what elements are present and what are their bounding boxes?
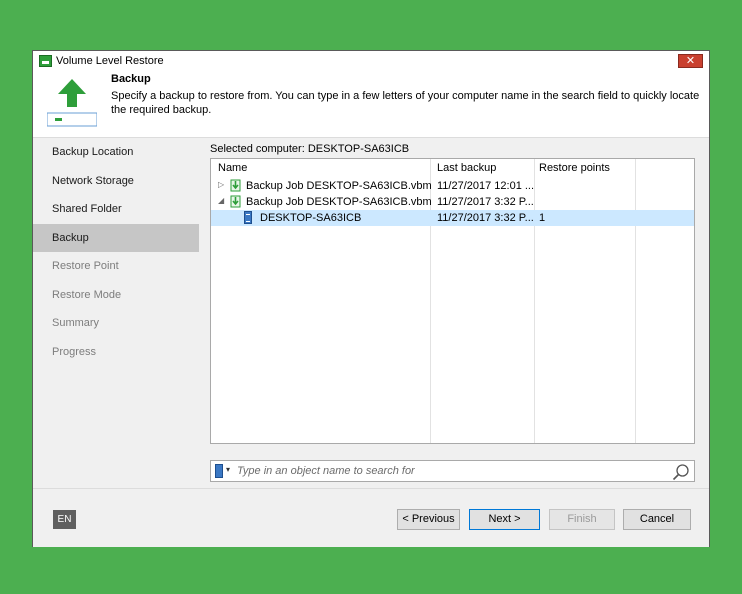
cancel-button[interactable]: Cancel: [623, 509, 691, 530]
row-name: DESKTOP-SA63ICB: [260, 212, 362, 224]
step-title: Backup: [111, 73, 151, 85]
main-content: Selected computer: DESKTOP-SA63ICB Name …: [210, 138, 696, 488]
step-progress: Progress: [52, 345, 97, 358]
collapse-icon[interactable]: ◢: [218, 196, 224, 205]
finish-button: Finish: [549, 509, 615, 530]
window-title: Volume Level Restore: [56, 55, 164, 67]
step-restore-mode: Restore Mode: [52, 288, 122, 301]
next-button[interactable]: Next >: [469, 509, 540, 530]
table-row-selected[interactable]: DESKTOP-SA63ICB 11/27/2017 3:32 P... 1: [211, 210, 694, 226]
table-row[interactable]: ▷ Backup Job DESKTOP-SA63ICB.vbm 11/27/2…: [211, 178, 694, 194]
column-header-name[interactable]: Name: [218, 162, 247, 174]
backups-table: Name Last backup Restore points ▷ Backup…: [210, 158, 695, 444]
wizard-header: Backup Specify a backup to restore from.…: [33, 71, 709, 138]
chevron-down-icon[interactable]: ▾: [226, 465, 230, 474]
backup-file-icon: [230, 179, 241, 192]
wizard-steps-sidebar: Backup Location Network Storage Shared F…: [33, 138, 199, 478]
table-row[interactable]: ◢ Backup Job DESKTOP-SA63ICB.vbm 11/27/2…: [211, 194, 694, 210]
step-backup[interactable]: Backup: [33, 223, 199, 252]
backup-file-icon: [230, 195, 241, 208]
row-last-backup: 11/27/2017 3:32 P...: [437, 196, 534, 208]
restore-arrow-icon: [47, 79, 97, 127]
search-box: ▾: [210, 460, 695, 482]
close-button[interactable]: ✕: [678, 54, 703, 68]
column-header-restore-points[interactable]: Restore points: [539, 162, 610, 174]
column-header-last-backup[interactable]: Last backup: [437, 162, 496, 174]
search-icon[interactable]: [672, 463, 690, 481]
object-type-icon[interactable]: [215, 464, 223, 478]
table-header: Name Last backup Restore points: [211, 159, 694, 177]
row-name: Backup Job DESKTOP-SA63ICB.vbm: [246, 180, 432, 192]
restore-app-icon: [39, 55, 52, 67]
selected-computer-label: Selected computer: DESKTOP-SA63ICB: [210, 143, 410, 155]
step-description: Specify a backup to restore from. You ca…: [111, 90, 700, 116]
step-shared-folder[interactable]: Shared Folder: [33, 195, 199, 224]
search-input[interactable]: [237, 463, 657, 479]
row-restore-points: 1: [539, 212, 546, 224]
wizard-footer: EN < Previous Next > Finish Cancel: [33, 488, 709, 547]
step-restore-point: Restore Point: [52, 260, 119, 272]
language-button[interactable]: EN: [53, 510, 76, 529]
computer-icon: [244, 211, 252, 224]
volume-level-restore-window: Volume Level Restore ✕ Backup Specify a …: [32, 50, 710, 547]
row-name: Backup Job DESKTOP-SA63ICB.vbm: [246, 196, 432, 208]
step-backup-location[interactable]: Backup Location: [33, 138, 199, 167]
title-bar: Volume Level Restore ✕: [33, 51, 709, 71]
row-last-backup: 11/27/2017 3:32 P...: [437, 212, 534, 224]
step-summary: Summary: [52, 317, 100, 329]
previous-button[interactable]: < Previous: [397, 509, 460, 530]
row-last-backup: 11/27/2017 12:01 ...: [437, 180, 535, 192]
expand-icon[interactable]: ▷: [218, 180, 224, 189]
step-network-storage[interactable]: Network Storage: [33, 167, 199, 196]
